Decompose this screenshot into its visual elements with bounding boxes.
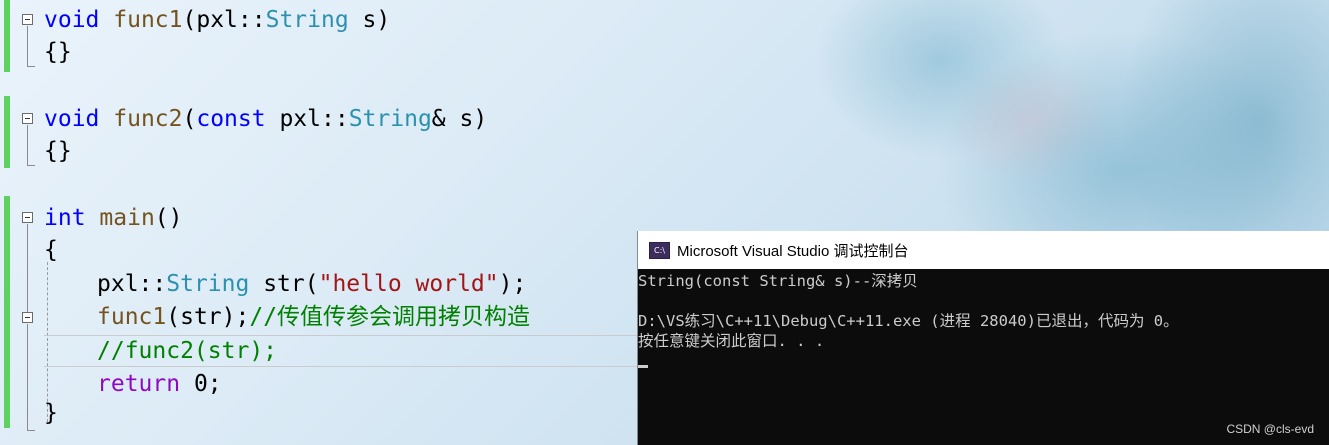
code-line[interactable]: void func1(pxl::String s) — [44, 4, 390, 36]
debug-console-window[interactable]: C:\ Microsoft Visual Studio 调试控制台 String… — [637, 231, 1329, 445]
fold-toggle-icon[interactable] — [22, 212, 33, 223]
code-token: s) — [348, 7, 391, 33]
code-token: (str); — [166, 304, 250, 330]
fold-line — [27, 26, 28, 66]
code-token: pxl:: — [97, 271, 167, 297]
code-token: const — [196, 106, 266, 132]
code-line[interactable]: return 0; — [97, 368, 222, 400]
fold-end — [27, 430, 35, 431]
console-title: Microsoft Visual Studio 调试控制台 — [677, 242, 909, 260]
fold-line — [27, 324, 28, 430]
code-line[interactable]: //func2(str); — [97, 335, 277, 367]
code-token: main — [99, 205, 155, 231]
code-line[interactable]: void func2(const pxl::String& s) — [44, 103, 487, 135]
code-token: func1 — [113, 7, 183, 33]
console-output[interactable]: String(const String& s)--深拷贝 D:\VS练习\C++… — [638, 269, 1329, 445]
code-token: pxl:: — [265, 106, 349, 132]
code-line[interactable]: func1(str);//传值传参会调用拷贝构造 — [97, 301, 530, 333]
fold-end — [27, 66, 35, 67]
fold-toggle-icon[interactable] — [22, 113, 33, 124]
code-token: String — [348, 106, 432, 132]
code-token: void — [44, 106, 100, 132]
code-token: () — [154, 205, 183, 231]
console-output-line: 按任意键关闭此窗口. . . — [638, 332, 825, 350]
console-output-line: String(const String& s)--深拷贝 — [638, 272, 918, 290]
code-token: { — [44, 237, 58, 263]
code-token: (pxl:: — [182, 7, 266, 33]
code-token: //func2(str); — [97, 338, 278, 364]
code-token: func1 — [97, 304, 167, 330]
fold-line — [27, 125, 28, 165]
code-line[interactable]: int main() — [44, 202, 183, 234]
code-line[interactable]: } — [44, 397, 58, 429]
code-token: void — [44, 7, 100, 33]
code-token: "hello world" — [318, 271, 499, 297]
change-indicator-bar — [4, 0, 10, 72]
fold-toggle-icon[interactable] — [22, 312, 33, 323]
console-titlebar[interactable]: C:\ Microsoft Visual Studio 调试控制台 — [638, 231, 1329, 270]
code-line[interactable]: pxl::String str("hello world"); — [97, 268, 526, 300]
code-line[interactable]: {} — [44, 36, 72, 68]
code-token: //传值传参会调用拷贝构造 — [249, 304, 531, 330]
code-token: str( — [249, 271, 319, 297]
watermark: CSDN @cls-evd — [1226, 422, 1314, 436]
code-token: } — [44, 400, 58, 426]
code-line[interactable]: { — [44, 234, 58, 266]
console-output-line: D:\VS练习\C++11\Debug\C++11.exe (进程 28040)… — [638, 312, 1179, 330]
code-token: String — [265, 7, 349, 33]
console-app-icon: C:\ — [649, 241, 670, 259]
fold-end — [27, 165, 35, 166]
code-token: ( — [182, 106, 197, 132]
fold-toggle-icon[interactable] — [22, 14, 33, 25]
change-indicator-bar — [4, 96, 10, 168]
code-token: func2 — [113, 106, 183, 132]
code-token: & s) — [431, 106, 488, 132]
code-token: 0; — [180, 371, 222, 397]
code-token: return — [97, 371, 181, 397]
code-token: {} — [44, 39, 72, 65]
console-cursor — [638, 365, 648, 368]
code-token: ); — [498, 271, 527, 297]
code-token: String — [166, 271, 250, 297]
code-token: int — [44, 205, 86, 231]
change-indicator-bar — [4, 196, 10, 428]
code-line[interactable]: {} — [44, 135, 72, 167]
fold-line — [27, 224, 28, 312]
code-token: {} — [44, 138, 72, 164]
